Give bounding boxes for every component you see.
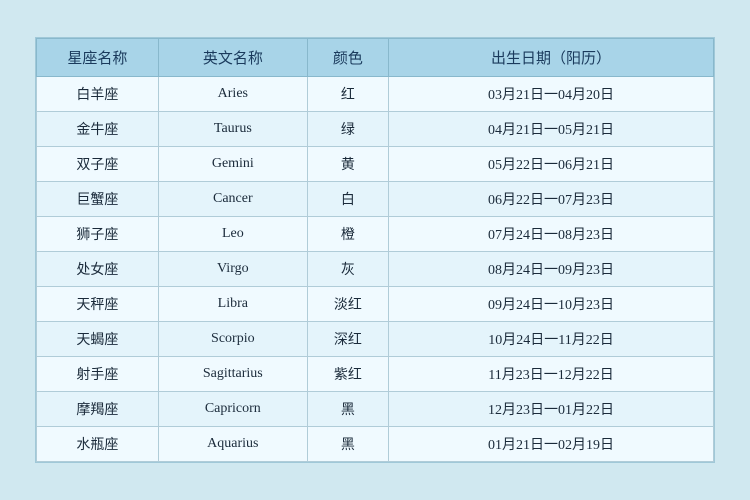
table-row: 处女座Virgo灰08月24日一09月23日: [37, 252, 714, 287]
cell-en: Libra: [158, 287, 307, 322]
cell-date: 05月22日一06月21日: [389, 147, 714, 182]
cell-cn: 射手座: [37, 357, 159, 392]
cell-en: Taurus: [158, 112, 307, 147]
table-row: 双子座Gemini黄05月22日一06月21日: [37, 147, 714, 182]
table-row: 水瓶座Aquarius黑01月21日一02月19日: [37, 427, 714, 462]
cell-color: 红: [307, 77, 388, 112]
cell-date: 10月24日一11月22日: [389, 322, 714, 357]
cell-date: 03月21日一04月20日: [389, 77, 714, 112]
cell-en: Cancer: [158, 182, 307, 217]
cell-cn: 水瓶座: [37, 427, 159, 462]
cell-color: 紫红: [307, 357, 388, 392]
table-row: 狮子座Leo橙07月24日一08月23日: [37, 217, 714, 252]
cell-date: 01月21日一02月19日: [389, 427, 714, 462]
cell-color: 淡红: [307, 287, 388, 322]
table-row: 射手座Sagittarius紫红11月23日一12月22日: [37, 357, 714, 392]
cell-date: 12月23日一01月22日: [389, 392, 714, 427]
cell-color: 绿: [307, 112, 388, 147]
cell-date: 08月24日一09月23日: [389, 252, 714, 287]
table-row: 金牛座Taurus绿04月21日一05月21日: [37, 112, 714, 147]
cell-color: 橙: [307, 217, 388, 252]
header-date: 出生日期（阳历）: [389, 39, 714, 77]
cell-cn: 巨蟹座: [37, 182, 159, 217]
zodiac-table-container: 星座名称 英文名称 颜色 出生日期（阳历） 白羊座Aries红03月21日一04…: [35, 37, 715, 463]
cell-cn: 处女座: [37, 252, 159, 287]
cell-color: 黄: [307, 147, 388, 182]
cell-en: Sagittarius: [158, 357, 307, 392]
cell-date: 11月23日一12月22日: [389, 357, 714, 392]
cell-color: 深红: [307, 322, 388, 357]
cell-en: Virgo: [158, 252, 307, 287]
cell-color: 黑: [307, 392, 388, 427]
cell-en: Scorpio: [158, 322, 307, 357]
header-cn: 星座名称: [37, 39, 159, 77]
cell-en: Capricorn: [158, 392, 307, 427]
cell-date: 04月21日一05月21日: [389, 112, 714, 147]
table-row: 白羊座Aries红03月21日一04月20日: [37, 77, 714, 112]
table-row: 巨蟹座Cancer白06月22日一07月23日: [37, 182, 714, 217]
cell-en: Leo: [158, 217, 307, 252]
cell-date: 09月24日一10月23日: [389, 287, 714, 322]
cell-color: 白: [307, 182, 388, 217]
header-color: 颜色: [307, 39, 388, 77]
table-row: 天秤座Libra淡红09月24日一10月23日: [37, 287, 714, 322]
cell-color: 黑: [307, 427, 388, 462]
header-en: 英文名称: [158, 39, 307, 77]
table-header-row: 星座名称 英文名称 颜色 出生日期（阳历）: [37, 39, 714, 77]
cell-en: Aries: [158, 77, 307, 112]
table-row: 天蝎座Scorpio深红10月24日一11月22日: [37, 322, 714, 357]
zodiac-table: 星座名称 英文名称 颜色 出生日期（阳历） 白羊座Aries红03月21日一04…: [36, 38, 714, 462]
table-row: 摩羯座Capricorn黑12月23日一01月22日: [37, 392, 714, 427]
cell-cn: 摩羯座: [37, 392, 159, 427]
cell-en: Gemini: [158, 147, 307, 182]
cell-cn: 天秤座: [37, 287, 159, 322]
cell-cn: 金牛座: [37, 112, 159, 147]
cell-cn: 天蝎座: [37, 322, 159, 357]
cell-cn: 白羊座: [37, 77, 159, 112]
cell-date: 07月24日一08月23日: [389, 217, 714, 252]
cell-color: 灰: [307, 252, 388, 287]
cell-cn: 双子座: [37, 147, 159, 182]
cell-cn: 狮子座: [37, 217, 159, 252]
cell-date: 06月22日一07月23日: [389, 182, 714, 217]
cell-en: Aquarius: [158, 427, 307, 462]
